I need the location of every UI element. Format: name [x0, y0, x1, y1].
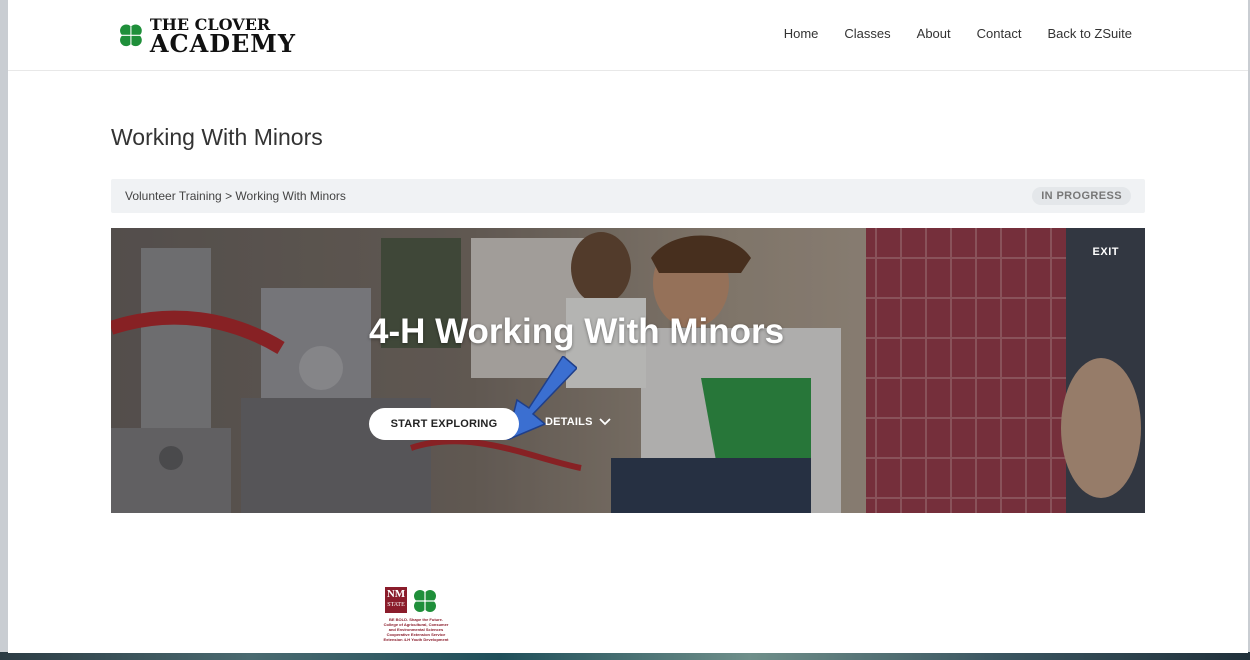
site-header: THE CLOVER ACADEMY Home Classes About Co… [8, 0, 1248, 71]
browser-page: THE CLOVER ACADEMY Home Classes About Co… [8, 0, 1248, 653]
details-label: DETAILS [545, 416, 593, 428]
nav-contact[interactable]: Contact [977, 26, 1022, 41]
nav-classes[interactable]: Classes [844, 26, 890, 41]
nav-about[interactable]: About [917, 26, 951, 41]
hero-overlay [111, 228, 1145, 513]
exit-link[interactable]: EXIT [1093, 246, 1119, 258]
footer-partner-logos: NM STATE BE BOLD. Shape the Future. Coll… [373, 587, 459, 643]
breadcrumb: Volunteer Training > Working With Minors… [111, 179, 1145, 213]
course-title: 4-H Working With Minors [369, 312, 785, 351]
nav-home[interactable]: Home [784, 26, 819, 41]
page-title: Working With Minors [111, 124, 323, 150]
4h-clover-icon [414, 590, 436, 612]
nmsu-logo-text: NM [386, 588, 406, 600]
nmsu-logo: NM STATE [385, 587, 407, 613]
nmsu-logo-subtext: STATE [387, 602, 405, 608]
course-hero: EXIT 4-H Working With Minors START EXPLO… [111, 228, 1145, 513]
status-badge: IN PROGRESS [1032, 187, 1131, 205]
logo-text-line2: ACADEMY [149, 28, 296, 58]
fine-print-line: Extension 4-H Youth Development [383, 637, 449, 642]
start-exploring-button[interactable]: START EXPLORING [369, 408, 519, 440]
nav-back-to-zsuite[interactable]: Back to ZSuite [1047, 26, 1132, 41]
main-nav: Home Classes About Contact Back to ZSuit… [758, 26, 1132, 41]
footer-fine-print: BE BOLD. Shape the Future. College of Ag… [373, 617, 459, 642]
details-toggle[interactable]: DETAILS [545, 416, 611, 428]
breadcrumb-path: Volunteer Training > Working With Minors [125, 189, 346, 203]
clover-logo-icon [120, 24, 142, 47]
clover-academy-logo[interactable]: THE CLOVER ACADEMY [116, 14, 296, 58]
background-strip [0, 652, 1250, 660]
chevron-down-icon [599, 418, 611, 426]
